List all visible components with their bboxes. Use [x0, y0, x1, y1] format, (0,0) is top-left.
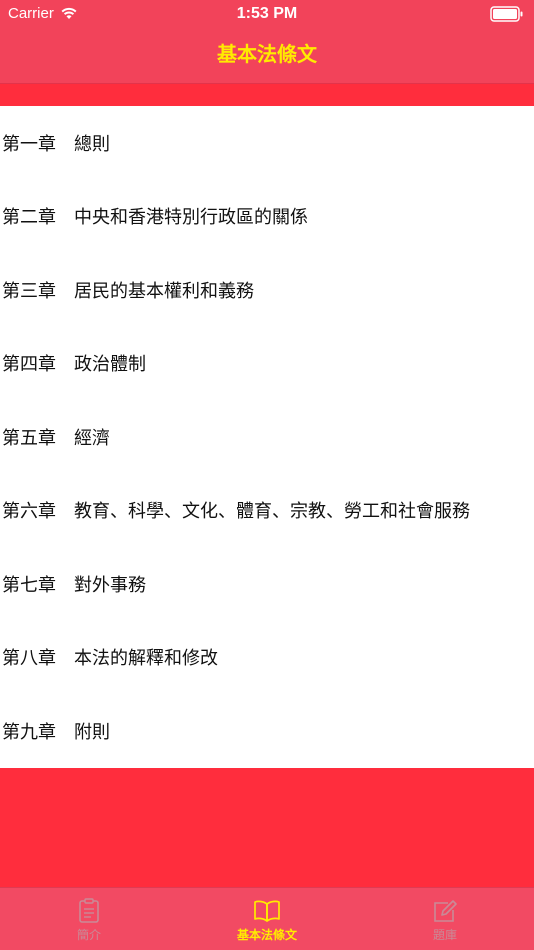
chapter-title: 政治體制 — [74, 354, 146, 376]
chapter-row[interactable]: 第七章 對外事務 — [0, 547, 534, 621]
tab-question-bank-label: 題庫 — [432, 928, 457, 942]
page-title: 基本法條文 — [217, 42, 317, 66]
chapter-title: 教育、科學、文化、體育、宗教、勞工和社會服務 — [74, 501, 470, 523]
navigation-bar: Carrier 1:53 PM 基本法條文 — [0, 0, 534, 84]
chapter-list: 第一章 總則 第二章 中央和香港特別行政區的關係 第三章 居民的基本權利和義務 第四章 政治體… — [0, 106, 534, 768]
chapter-row[interactable]: 第三章 居民的基本權利和義務 — [0, 253, 534, 327]
chapter-number: 第二章 — [2, 207, 56, 229]
tab-introduction-label: 簡介 — [76, 928, 101, 942]
clock: 1:53 PM — [236, 5, 298, 22]
chapter-number: 第三章 — [2, 280, 56, 302]
book-icon — [254, 900, 280, 922]
tab-basic-law-articles-label: 基本法條文 — [236, 928, 297, 942]
chapter-title: 附則 — [74, 721, 110, 743]
chapter-number: 第六章 — [2, 501, 56, 523]
chapter-title: 本法的解釋和修改 — [74, 648, 218, 670]
chapter-title: 總則 — [74, 133, 110, 155]
chapter-row[interactable]: 第二章 中央和香港特別行政區的關係 — [0, 180, 534, 254]
status-bar: Carrier 1:53 PM — [0, 0, 534, 28]
clipboard-icon — [79, 898, 99, 923]
chapter-number: 第八章 — [2, 648, 56, 670]
tab-question-bank[interactable]: 題庫 — [356, 888, 534, 950]
chapter-number: 第七章 — [2, 574, 56, 596]
chapter-row[interactable]: 第五章 經濟 — [0, 400, 534, 474]
chapter-number: 第四章 — [2, 354, 56, 376]
chapter-number: 第五章 — [2, 427, 56, 449]
edit-icon — [434, 900, 457, 922]
battery-icon — [490, 6, 523, 22]
chapter-row[interactable]: 第九章 附則 — [0, 694, 534, 768]
chapter-row[interactable]: 第六章 教育、科學、文化、體育、宗教、勞工和社會服務 — [0, 474, 534, 548]
tab-introduction[interactable]: 簡介 — [0, 888, 178, 950]
chapter-row[interactable]: 第八章 本法的解釋和修改 — [0, 621, 534, 695]
chapter-number: 第一章 — [2, 133, 56, 155]
tab-basic-law-articles[interactable]: 基本法條文 — [178, 888, 356, 950]
chapter-title: 中央和香港特別行政區的關係 — [74, 207, 308, 229]
chapter-title: 對外事務 — [74, 574, 146, 596]
chapter-number: 第九章 — [2, 721, 56, 743]
chapter-title: 居民的基本權利和義務 — [74, 280, 254, 302]
chapter-row[interactable]: 第四章 政治體制 — [0, 327, 534, 401]
chapter-title: 經濟 — [74, 427, 110, 449]
tab-bar: 簡介 基本法條文 題庫 — [0, 887, 534, 950]
chapter-row[interactable]: 第一章 總則 — [0, 106, 534, 180]
